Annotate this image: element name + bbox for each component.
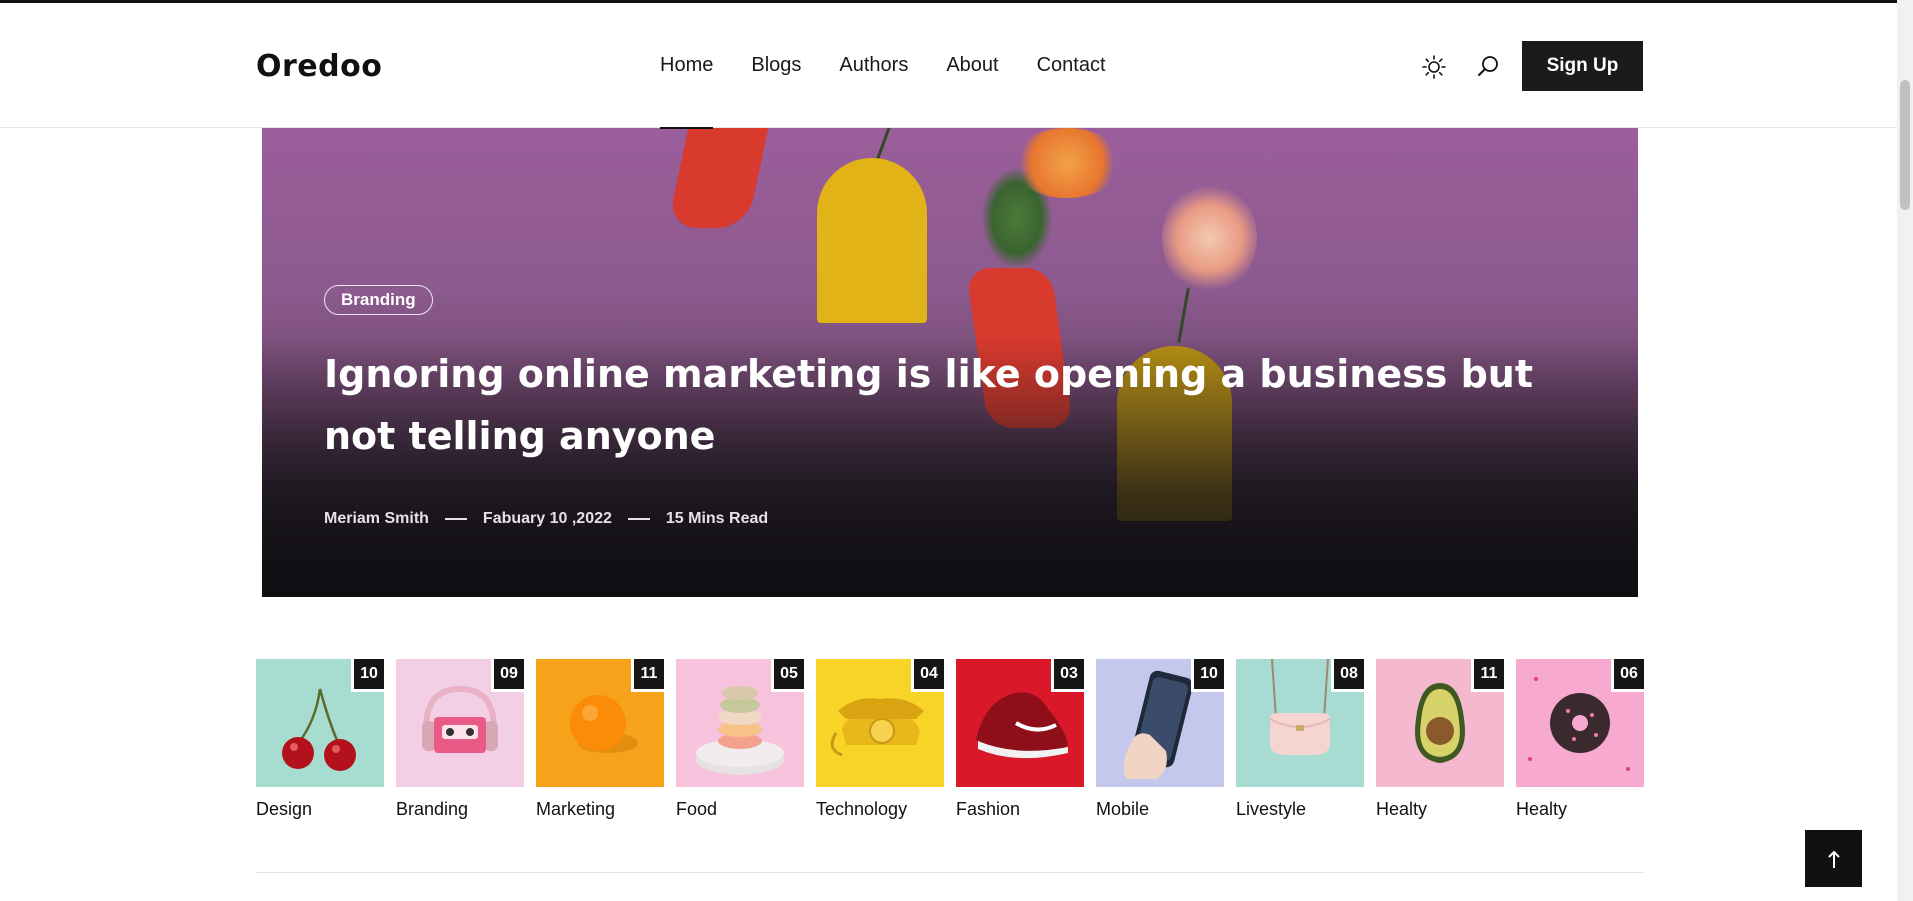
- hero-read-time: 15 Mins Read: [665, 510, 769, 527]
- hero-decor: [667, 128, 777, 228]
- category-count: 10: [351, 659, 384, 692]
- category-card-branding[interactable]: 09 Branding: [396, 659, 524, 820]
- hero-decor: [1012, 128, 1122, 198]
- category-card-marketing[interactable]: 11 Marketing: [536, 659, 664, 820]
- category-label[interactable]: Fashion: [956, 799, 1084, 820]
- nav-home[interactable]: Home: [660, 3, 714, 129]
- category-thumb[interactable]: 04: [816, 659, 944, 787]
- category-label[interactable]: Healty: [1376, 799, 1504, 820]
- meta-separator: [444, 518, 467, 520]
- category-card-technology[interactable]: 04 Technology: [816, 659, 944, 820]
- category-thumb[interactable]: 10: [256, 659, 384, 787]
- nav-about[interactable]: About: [946, 3, 998, 128]
- category-count: 03: [1051, 659, 1084, 692]
- nav-blogs[interactable]: Blogs: [751, 3, 801, 128]
- category-thumb[interactable]: 08: [1236, 659, 1364, 787]
- category-thumb[interactable]: 11: [1376, 659, 1504, 787]
- category-count: 11: [631, 659, 664, 692]
- category-thumb[interactable]: 11: [536, 659, 664, 787]
- category-label[interactable]: Livestyle: [1236, 799, 1364, 820]
- category-label[interactable]: Technology: [816, 799, 944, 820]
- category-label[interactable]: Food: [676, 799, 804, 820]
- category-card-food[interactable]: 05 Food: [676, 659, 804, 820]
- sun-icon[interactable]: [1420, 53, 1448, 81]
- site-header: Oredoo Home Blogs Authors About Contact …: [0, 3, 1897, 129]
- category-thumb[interactable]: 09: [396, 659, 524, 787]
- category-count: 06: [1611, 659, 1644, 692]
- category-card-livestyle[interactable]: 08 Livestyle: [1236, 659, 1364, 820]
- hero-meta: Meriam Smith Fabuary 10 ,2022 15 Mins Re…: [324, 510, 768, 528]
- main-nav: Home Blogs Authors About Contact: [660, 3, 1144, 129]
- category-count: 04: [911, 659, 944, 692]
- section-divider: [256, 872, 1644, 873]
- page-scrollbar[interactable]: [1897, 0, 1913, 901]
- category-label[interactable]: Healty: [1516, 799, 1644, 820]
- scrollbar-thumb[interactable]: [1900, 80, 1910, 210]
- hero-date: Fabuary 10 ,2022: [482, 510, 612, 527]
- hero-banner[interactable]: Branding Ignoring online marketing is li…: [262, 128, 1638, 597]
- category-thumb[interactable]: 03: [956, 659, 1084, 787]
- nav-authors[interactable]: Authors: [839, 3, 908, 128]
- hero-decor: [1177, 288, 1190, 343]
- nav-contact[interactable]: Contact: [1037, 3, 1106, 128]
- hero-author[interactable]: Meriam Smith: [324, 510, 429, 528]
- hero-decor: [1162, 183, 1257, 293]
- category-card-healty-2[interactable]: 06 Healty: [1516, 659, 1644, 820]
- meta-separator: [627, 518, 650, 520]
- category-count: 05: [771, 659, 804, 692]
- category-count: 08: [1331, 659, 1364, 692]
- search-icon[interactable]: [1474, 53, 1502, 81]
- site-logo[interactable]: Oredoo: [256, 49, 382, 84]
- hero-category-badge[interactable]: Branding: [324, 285, 433, 315]
- category-card-mobile[interactable]: 10 Mobile: [1096, 659, 1224, 820]
- arrow-up-icon: [1827, 850, 1840, 868]
- hero-decor: [817, 158, 927, 323]
- category-label[interactable]: Design: [256, 799, 384, 820]
- scroll-to-top-button[interactable]: [1805, 830, 1862, 887]
- category-thumb[interactable]: 05: [676, 659, 804, 787]
- signup-button[interactable]: Sign Up: [1522, 41, 1643, 91]
- category-count: 11: [1471, 659, 1504, 692]
- category-count: 10: [1191, 659, 1224, 692]
- category-thumb[interactable]: 06: [1516, 659, 1644, 787]
- category-thumb[interactable]: 10: [1096, 659, 1224, 787]
- category-strip: 10 Design 09 Branding 11 Marketing 05 Fo…: [256, 659, 1644, 824]
- category-count: 09: [491, 659, 524, 692]
- category-card-design[interactable]: 10 Design: [256, 659, 384, 820]
- category-label[interactable]: Mobile: [1096, 799, 1224, 820]
- category-card-fashion[interactable]: 03 Fashion: [956, 659, 1084, 820]
- category-label[interactable]: Branding: [396, 799, 524, 820]
- hero-title[interactable]: Ignoring online marketing is like openin…: [324, 343, 1574, 467]
- category-label[interactable]: Marketing: [536, 799, 664, 820]
- category-card-healty[interactable]: 11 Healty: [1376, 659, 1504, 820]
